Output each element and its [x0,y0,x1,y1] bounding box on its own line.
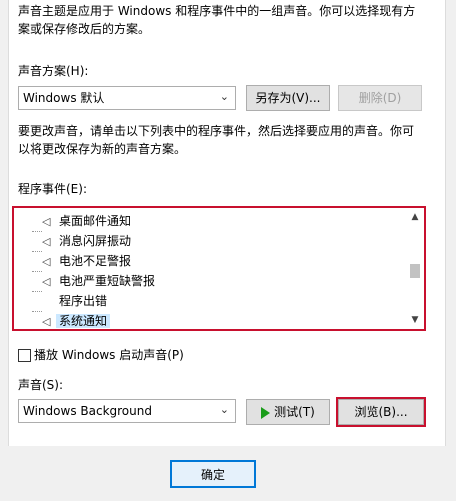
chevron-down-icon: ⌄ [219,403,229,416]
scheme-dropdown-value: Windows 默认 [23,91,105,105]
tree-connector [32,292,42,312]
test-button-label: 测试(T) [274,405,315,419]
scheme-dropdown[interactable]: Windows 默认 ⌄ [18,86,236,110]
speaker-icon: ◁ [42,255,51,268]
event-list-item-label: 程序出错 [59,294,108,308]
event-list-item[interactable]: ◁ 桌面邮件通知 [18,212,134,232]
program-events-list[interactable]: ◁ 桌面邮件通知 ◁ 消息闪屏振动 ◁ 电池不足警报 ◁ 电池严重短缺警报 程序出错 ◁ 系统通知 … [12,206,426,331]
intro-text-line1: 声音主题是应用于 Windows 和程序事件中的一组声音。你可以选择现有方 [18,4,416,18]
event-list-item-label: 电池不足警报 [59,254,132,268]
event-list-item[interactable]: ◁ 电池严重短缺警报 [18,272,158,292]
events-scrollbar[interactable]: ▲ ▼ [408,210,422,327]
event-list-item-label: 消息闪屏振动 [59,234,132,248]
help-text-line2: 以将更改保存为新的声音方案。 [18,142,187,156]
tree-connector [32,232,42,252]
tree-connector [32,252,42,272]
event-list-item[interactable]: 程序出错 [18,292,110,312]
event-list-item[interactable]: ◁ 系统通知 [18,312,111,329]
event-list-item-label: 桌面邮件通知 [59,214,132,228]
event-rows: ◁ 桌面邮件通知 ◁ 消息闪屏振动 ◁ 电池不足警报 ◁ 电池严重短缺警报 程序出错 ◁ 系统通知 [18,208,406,329]
tree-connector [32,312,42,329]
ok-button[interactable]: 确定 [170,460,256,488]
intro-text-line2: 案或保存修改后的方案。 [18,22,151,36]
speaker-icon: ◁ [42,215,51,228]
chevron-down-icon: ⌄ [219,90,229,103]
event-list-item[interactable]: ◁ 消息闪屏振动 [18,232,134,252]
scroll-thumb[interactable] [410,264,420,278]
sound-label: 声音(S): [18,378,64,392]
scroll-down-icon[interactable]: ▼ [408,313,422,327]
speaker-icon: ◁ [42,235,51,248]
help-text-line1: 要更改声音，请单击以下列表中的程序事件，然后选择要应用的声音。你可 [18,124,415,138]
test-button[interactable]: 测试(T) [246,399,330,425]
event-list-item-label: 系统通知 [56,314,111,328]
browse-button[interactable]: 浏览(B)... [336,397,426,427]
play-icon [261,406,271,419]
speaker-icon: ◁ [42,315,51,328]
sound-dropdown[interactable]: Windows Background ⌄ [18,399,236,423]
speaker-icon: ◁ [42,275,51,288]
tree-connector [32,212,42,232]
delete-button[interactable]: 删除(D) [338,85,422,111]
events-label: 程序事件(E): [18,182,87,196]
sound-dropdown-value: Windows Background [23,404,152,418]
event-list-item-label: 电池严重短缺警报 [59,274,156,288]
startup-sound-checkbox[interactable] [18,349,31,362]
tree-connector [32,272,42,292]
scroll-up-icon[interactable]: ▲ [408,210,422,224]
save-as-button[interactable]: 另存为(V)... [246,85,330,111]
scheme-label: 声音方案(H): [18,64,89,78]
event-list-item[interactable]: ◁ 电池不足警报 [18,252,134,272]
startup-sound-label: 播放 Windows 启动声音(P) [34,348,184,362]
